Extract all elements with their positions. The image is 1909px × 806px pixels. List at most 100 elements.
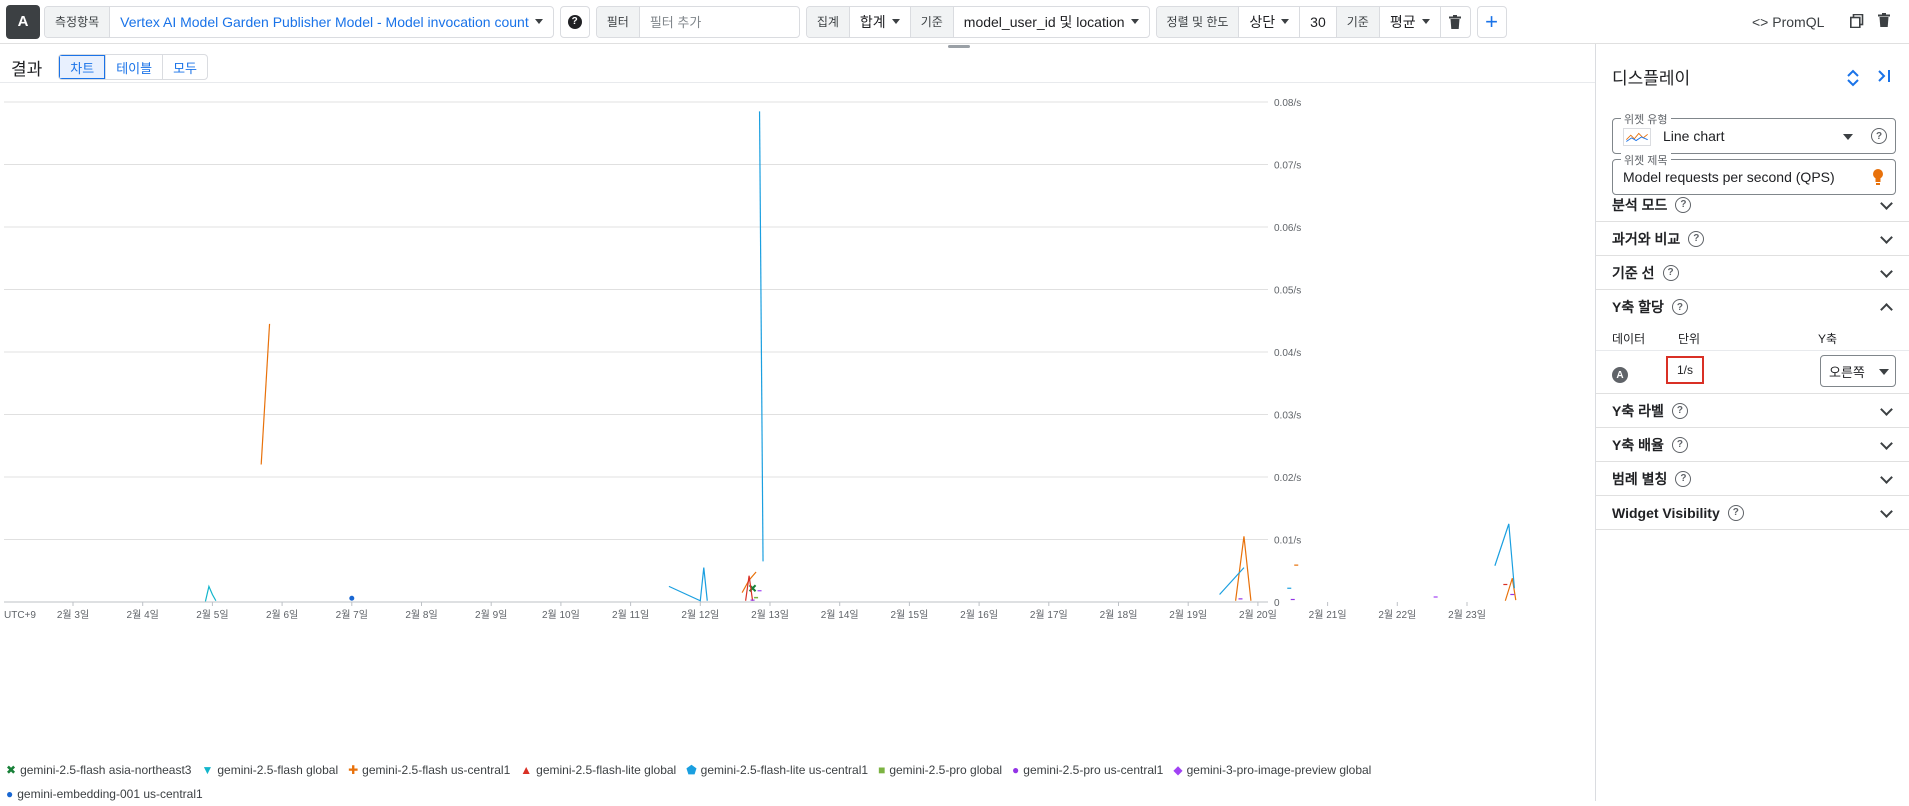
collapse-panel-icon[interactable] <box>1876 68 1892 84</box>
section-compare-past[interactable]: 과거와 비교 ? <box>1596 222 1909 256</box>
x-tick-label: 2월 19일 <box>1169 609 1207 621</box>
widget-type-value: Line chart <box>1663 128 1725 144</box>
legend-item[interactable]: ● gemini-embedding-001 us-central1 <box>6 782 203 806</box>
sort-limit-selector[interactable]: 정렬 및 한도 상단 30 기준 평균 <box>1155 5 1471 38</box>
legend-marker-icon: ● <box>6 787 14 801</box>
chevron-down-icon <box>1880 231 1893 244</box>
chevron-down-icon <box>1843 134 1853 140</box>
expand-icon[interactable] <box>1846 68 1860 88</box>
help-icon[interactable]: ? <box>1727 504 1744 521</box>
x-tick-label: 2월 15일 <box>890 609 928 621</box>
legend-item[interactable]: ■ gemini-2.5-pro global <box>878 758 1002 782</box>
help-icon[interactable]: ? <box>1688 230 1705 247</box>
aggregation-selector[interactable]: 집계 합계 기준 model_user_id 및 location <box>805 5 1150 38</box>
filter-input[interactable]: 필터 추가 <box>638 6 799 37</box>
y-axis-side-value: 오른쪽 <box>1829 364 1865 380</box>
col-axis-header: Y축 <box>1818 332 1838 346</box>
section-y-axis-assign[interactable]: Y축 할당 ? <box>1596 290 1909 324</box>
x-tick-label: 2월 20일 <box>1239 609 1277 621</box>
sort-label: 정렬 및 한도 <box>1156 6 1239 37</box>
x-tick-label: 2월 12일 <box>681 609 719 621</box>
x-tick-label: 2월 11일 <box>612 609 649 621</box>
tab-table[interactable]: 테이블 <box>105 55 162 79</box>
help-button[interactable]: ? <box>559 5 590 38</box>
metric-label: 측정항목 <box>45 6 110 37</box>
sort-dropdown[interactable]: 상단 <box>1238 6 1299 37</box>
legend-item[interactable]: ▼ gemini-2.5-flash global <box>201 758 338 782</box>
x-tick-label: 2월 22일 <box>1378 609 1416 621</box>
section-y-axis-label[interactable]: Y축 라벨 ? <box>1596 394 1909 428</box>
help-icon[interactable]: ? <box>1871 128 1887 144</box>
section-widget-visibility[interactable]: Widget Visibility ? <box>1596 496 1909 530</box>
chevron-up-icon <box>1880 303 1893 316</box>
widget-type-select[interactable]: 위젯 유형 Line chart ? <box>1612 111 1896 154</box>
y-tick-label: 0.04/s <box>1274 348 1301 359</box>
widget-title-label: 위젯 제목 <box>1621 152 1671 168</box>
aggregate-label: 집계 <box>806 6 849 37</box>
help-icon[interactable]: ? <box>1675 470 1692 487</box>
x-tick-label: 2월 7일 <box>336 609 368 621</box>
line-chart[interactable]: 0 0.01/s 0.02/s 0.03/s 0.04/s 0.05/s 0.06/s 0.0… <box>0 84 1590 754</box>
legend-label: gemini-2.5-flash asia-northeast3 <box>20 763 192 777</box>
y-tick-label: 0.02/s <box>1274 473 1301 484</box>
help-icon[interactable]: ? <box>1662 264 1679 281</box>
panel-title: 디스플레이 <box>1612 69 1691 88</box>
resize-handle[interactable] <box>948 45 970 48</box>
chevron-down-icon <box>1880 265 1893 278</box>
x-tick-label: 2월 14일 <box>821 609 859 621</box>
add-query-button[interactable]: + <box>1476 5 1507 38</box>
metric-value[interactable]: Vertex AI Model Garden Publisher Model -… <box>109 6 553 37</box>
legend-item[interactable]: ✚ gemini-2.5-flash us-central1 <box>348 758 510 782</box>
x-tick-label: 2월 5일 <box>196 609 228 621</box>
legend-item[interactable]: ✖ gemini-2.5-flash asia-northeast3 <box>6 758 191 782</box>
chevron-down-icon <box>1880 471 1893 484</box>
promql-button[interactable]: <> PromQL <box>1752 14 1824 30</box>
query-badge[interactable]: A <box>6 4 40 39</box>
section-label: Widget Visibility <box>1612 504 1720 521</box>
lightbulb-icon[interactable] <box>1872 168 1884 186</box>
help-icon[interactable]: ? <box>1675 196 1692 213</box>
legend-marker-icon: ✖ <box>6 763 17 777</box>
limit-input[interactable]: 30 <box>1299 6 1336 37</box>
sort-by-dropdown[interactable]: 평균 <box>1378 6 1440 37</box>
delete-query-button[interactable] <box>1439 6 1470 37</box>
query-toolbar: A 측정항목 Vertex AI Model Garden Publisher … <box>0 0 1909 44</box>
legend-item[interactable]: ◆ gemini-3-pro-image-preview global <box>1173 758 1371 782</box>
help-icon[interactable]: ? <box>1671 402 1688 419</box>
legend-marker-icon: ⬟ <box>686 763 697 777</box>
x-tick-label: 2월 8일 <box>405 609 437 621</box>
x-tick-label: 2월 21일 <box>1309 609 1347 621</box>
legend-item[interactable]: ● gemini-2.5-pro us-central1 <box>1012 758 1163 782</box>
x-tick-label: 2월 17일 <box>1030 609 1068 621</box>
section-label: 분석 모드 <box>1612 196 1668 213</box>
widget-title-value[interactable]: Model requests per second (QPS) <box>1623 169 1835 185</box>
section-y-axis-scale[interactable]: Y축 배율 ? <box>1596 428 1909 462</box>
legend-label: gemini-3-pro-image-preview global <box>1186 763 1372 777</box>
metric-selector[interactable]: 측정항목 Vertex AI Model Garden Publisher Mo… <box>44 5 554 38</box>
sort-by-label: 기준 <box>1335 6 1379 37</box>
series-line <box>668 567 708 602</box>
help-icon[interactable]: ? <box>1671 436 1688 453</box>
divider <box>0 82 1595 83</box>
group-by-dropdown[interactable]: model_user_id 및 location <box>952 6 1149 37</box>
legend-label: gemini-2.5-flash global <box>217 763 339 777</box>
col-data-header: 데이터 <box>1612 332 1646 346</box>
copy-icon[interactable] <box>1850 14 1864 28</box>
legend-item[interactable]: ▲ gemini-2.5-flash-lite global <box>520 758 676 782</box>
help-icon[interactable]: ? <box>1671 299 1688 315</box>
chart-legend: ✖ gemini-2.5-flash asia-northeast3 ▼ gemini… <box>6 758 1586 806</box>
tab-both[interactable]: 모두 <box>162 55 207 79</box>
section-label: 기준 선 <box>1612 264 1655 281</box>
x-tick-label: 2월 23일 <box>1448 609 1486 621</box>
tab-chart[interactable]: 차트 <box>59 55 106 79</box>
aggregate-dropdown[interactable]: 합계 <box>848 6 910 37</box>
trash-icon[interactable] <box>1878 13 1890 27</box>
x-tick-label: 2월 16일 <box>960 609 998 621</box>
section-analysis-mode[interactable]: 분석 모드 ? <box>1596 188 1909 222</box>
legend-item[interactable]: ⬟ gemini-2.5-flash-lite us-central1 <box>686 758 868 782</box>
section-legend-alias[interactable]: 범례 별칭 ? <box>1596 462 1909 496</box>
filter-field[interactable]: 필터 필터 추가 <box>595 5 800 38</box>
y-axis-side-select[interactable]: 오른쪽 <box>1820 355 1896 387</box>
x-tick-label: 2월 4일 <box>127 609 159 621</box>
section-threshold-line[interactable]: 기준 선 ? <box>1596 256 1909 290</box>
